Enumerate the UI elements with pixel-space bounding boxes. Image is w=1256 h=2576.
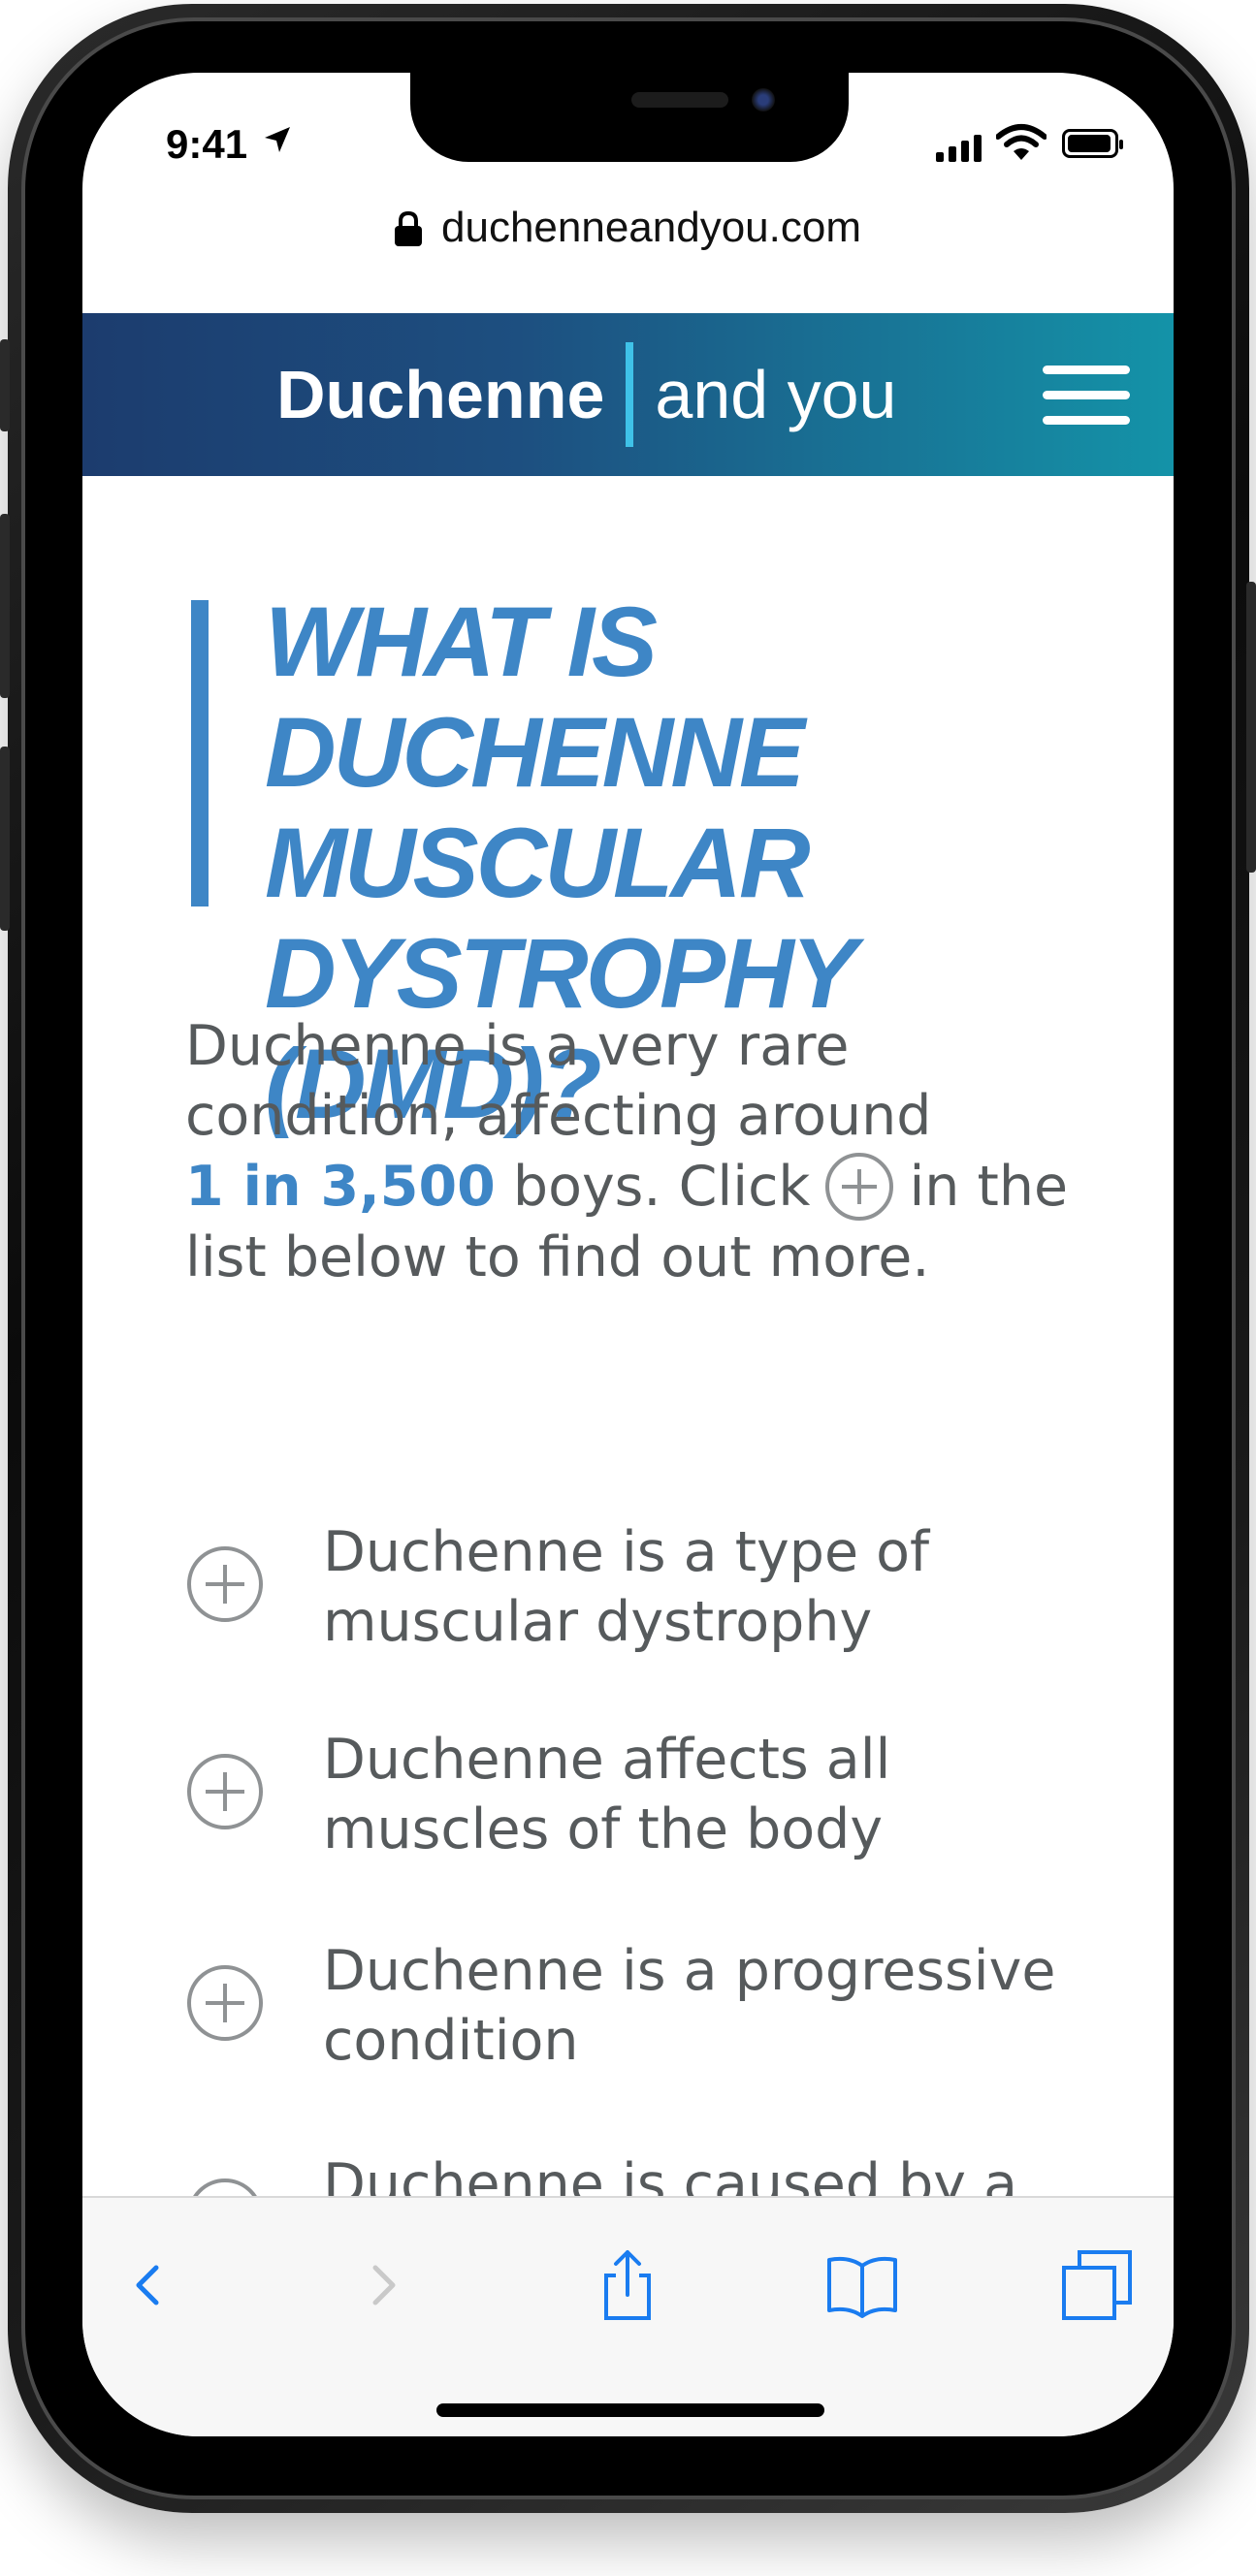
share-icon[interactable] xyxy=(589,2246,666,2324)
chevron-right-icon[interactable] xyxy=(344,2246,422,2324)
plus-circle-icon[interactable] xyxy=(185,1752,265,1831)
status-bar: 9:41 xyxy=(82,73,1174,189)
plus-circle-icon xyxy=(823,1151,895,1223)
power-button xyxy=(1246,582,1256,873)
cellular-signal-icon xyxy=(936,133,984,162)
volume-up-button xyxy=(0,514,10,698)
plus-circle-icon[interactable] xyxy=(185,1544,265,1624)
home-indicator[interactable] xyxy=(436,2403,824,2417)
volume-down-button xyxy=(0,747,10,931)
intro-paragraph: Duchenne is a very rare condition, affec… xyxy=(185,1011,1107,1292)
location-arrow-icon xyxy=(263,125,292,162)
tabs-icon[interactable] xyxy=(1058,2246,1136,2324)
battery-icon xyxy=(1062,129,1123,158)
list-item-label: Duchenne is a progressive condition xyxy=(323,1939,1056,2073)
safari-toolbar xyxy=(82,2196,1174,2436)
status-time: 9:41 xyxy=(166,121,248,167)
address-bar[interactable]: duchenneandyou.com xyxy=(82,189,1174,267)
intro-text-2: boys. Click xyxy=(512,1155,811,1219)
plus-circle-icon[interactable] xyxy=(185,1963,265,2043)
wifi-icon xyxy=(995,123,1047,166)
intro-highlight: 1 in 3,500 xyxy=(185,1155,496,1219)
intro-text-1: Duchenne is a very rare condition, affec… xyxy=(185,1014,932,1148)
hamburger-menu-icon[interactable] xyxy=(1043,366,1130,425)
lock-icon xyxy=(395,210,422,246)
phone-screen: 9:41 duchenneandyou.com Duchenne and you… xyxy=(82,73,1174,2436)
site-logo[interactable]: Duchenne and you xyxy=(276,313,897,476)
logo-light-text: and you xyxy=(655,357,897,432)
logo-bold-text: Duchenne xyxy=(276,357,605,432)
mute-switch xyxy=(0,339,10,431)
book-icon[interactable] xyxy=(823,2246,901,2324)
url-text: duchenneandyou.com xyxy=(441,204,861,251)
site-header: Duchenne and you xyxy=(82,313,1174,476)
list-item-label: Duchenne affects all muscles of the body xyxy=(323,1728,891,1861)
list-item-label: Duchenne is a type of muscular dystrophy xyxy=(323,1520,930,1654)
logo-divider xyxy=(626,342,634,447)
chevron-left-icon[interactable] xyxy=(110,2246,187,2324)
title-accent-bar xyxy=(191,600,209,906)
